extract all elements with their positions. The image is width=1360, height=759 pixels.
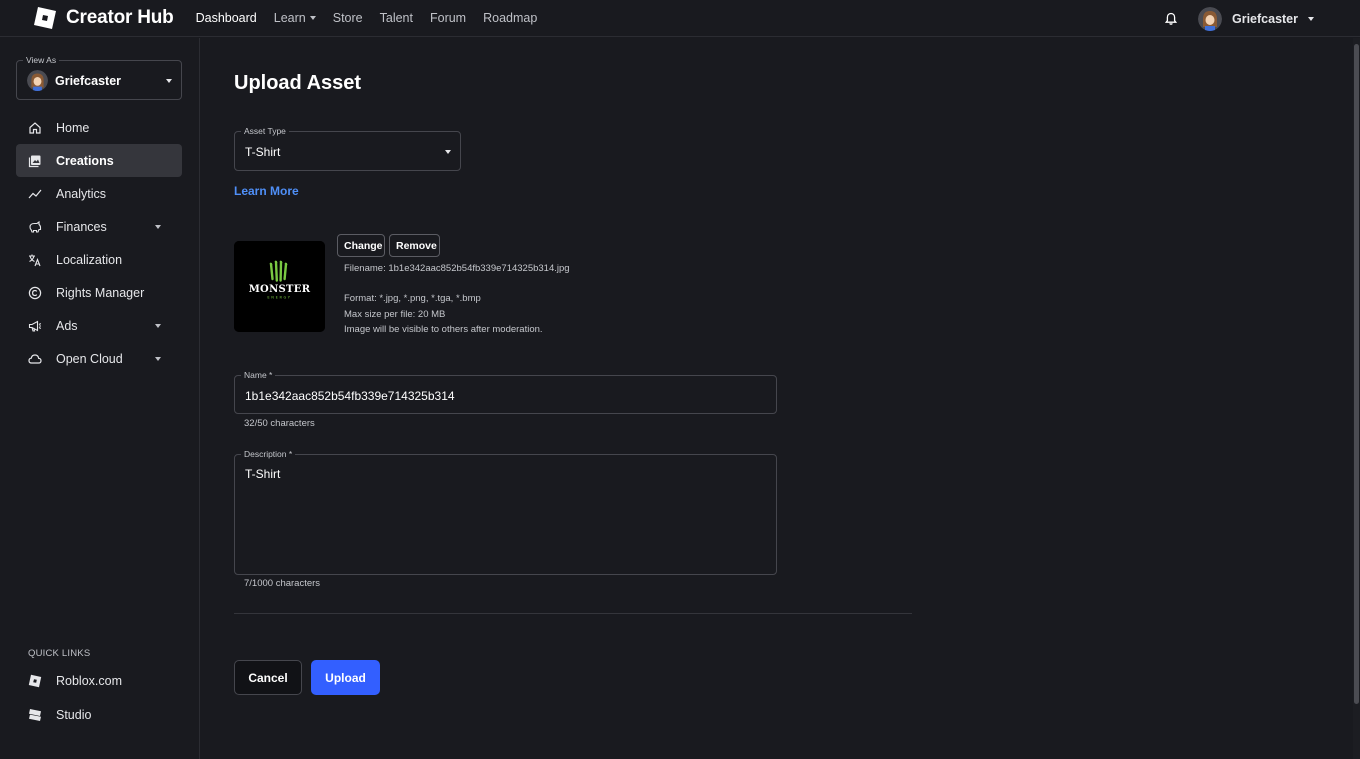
change-file-button[interactable]: Change <box>337 234 385 257</box>
analytics-icon <box>28 189 42 198</box>
name-value: 1b1e342aac852b54fb339e714325b314 <box>245 389 455 403</box>
avatar <box>27 70 48 91</box>
name-counter: 32/50 characters <box>244 418 315 429</box>
asset-type-value: T-Shirt <box>245 145 281 159</box>
brand[interactable]: Creator Hub <box>33 6 174 30</box>
caret-down-icon <box>1308 16 1314 21</box>
top-right: Griefcaster <box>1164 0 1314 37</box>
top-nav-label: Forum <box>429 11 467 25</box>
upload-button[interactable]: Upload <box>311 660 380 695</box>
top-bar: Creator Hub Dashboard Learn Store Talent… <box>0 0 1360 37</box>
roblox-icon <box>28 674 42 688</box>
sidebar-item-analytics[interactable]: Analytics <box>16 177 182 210</box>
top-nav-learn[interactable]: Learn <box>274 11 316 25</box>
quick-link-label: Studio <box>56 708 92 722</box>
learn-more-link[interactable]: Learn More <box>234 184 299 198</box>
translate-icon <box>29 254 41 266</box>
quick-link-roblox[interactable]: Roblox.com <box>28 674 122 688</box>
name-label: Name * <box>241 370 276 380</box>
caret-down-icon <box>155 225 161 229</box>
top-nav-roadmap[interactable]: Roadmap <box>483 11 537 25</box>
caret-down-icon <box>166 79 172 83</box>
top-nav-label: Store <box>332 11 363 25</box>
roblox-logo-icon <box>34 7 56 29</box>
description-label: Description * <box>241 449 296 459</box>
top-nav-label: Roadmap <box>483 11 538 25</box>
sidebar-item-finances[interactable]: Finances <box>16 210 182 243</box>
top-nav-label: Dashboard <box>195 11 257 25</box>
side-nav: Home Creations Analytics Finances Locali… <box>16 111 182 375</box>
user-menu[interactable]: Griefcaster <box>1197 6 1314 31</box>
view-as-label: View As <box>23 55 60 65</box>
quick-link-label: Roblox.com <box>56 674 122 688</box>
main-content: Upload Asset Asset Type T-Shirt Learn Mo… <box>200 38 1350 759</box>
sidebar-item-open-cloud[interactable]: Open Cloud <box>16 342 182 375</box>
thumbnail-subtext: ENERGY <box>267 296 291 300</box>
filename-text: Filename: 1b1e342aac852b54fb339e714325b3… <box>344 263 570 274</box>
top-nav: Dashboard Learn Store Talent Forum Roadm… <box>196 11 555 25</box>
quick-link-studio[interactable]: Studio <box>28 708 91 722</box>
asset-type-select[interactable]: Asset Type T-Shirt <box>234 126 461 171</box>
asset-thumbnail: MONSTER ENERGY <box>234 241 325 332</box>
top-nav-store[interactable]: Store <box>333 11 363 25</box>
max-size-text: Max size per file: 20 MB <box>344 309 446 320</box>
sidebar-item-label: Rights Manager <box>56 285 145 300</box>
sidebar-item-label: Creations <box>56 153 114 168</box>
name-input[interactable]: Name * 1b1e342aac852b54fb339e714325b314 <box>234 370 777 414</box>
user-name: Griefcaster <box>1231 11 1298 26</box>
creations-icon <box>28 155 41 167</box>
sidebar: View As Griefcaster Home Creations Analy… <box>0 38 200 759</box>
scrollbar-thumb[interactable] <box>1354 44 1359 704</box>
description-counter: 7/1000 characters <box>244 578 321 589</box>
moderation-text: Image will be visible to others after mo… <box>344 324 543 335</box>
description-value: T-Shirt <box>245 467 281 481</box>
sidebar-item-label: Finances <box>56 219 107 234</box>
bell-icon[interactable] <box>1164 12 1178 26</box>
sidebar-item-home[interactable]: Home <box>16 111 182 144</box>
copyright-icon <box>28 286 42 299</box>
caret-down-icon <box>445 150 451 154</box>
sidebar-item-label: Analytics <box>56 186 107 201</box>
sidebar-item-label: Localization <box>56 252 123 267</box>
sidebar-item-label: Ads <box>56 318 78 333</box>
sidebar-item-ads[interactable]: Ads <box>16 309 182 342</box>
monster-energy-logo: MONSTER ENERGY <box>234 241 325 332</box>
top-nav-label: Learn <box>273 11 306 25</box>
page-title: Upload Asset <box>234 72 362 94</box>
piggy-bank-icon <box>29 220 42 233</box>
cancel-button[interactable]: Cancel <box>234 660 302 695</box>
quick-links-title: QUICK LINKS <box>28 648 91 659</box>
description-textarea[interactable]: Description * T-Shirt <box>234 449 777 575</box>
caret-down-icon <box>155 357 161 361</box>
caret-down-icon <box>309 16 316 20</box>
brand-name: Creator Hub <box>66 7 174 28</box>
sidebar-item-rights-manager[interactable]: Rights Manager <box>16 276 182 309</box>
view-as-name: Griefcaster <box>55 74 122 88</box>
sidebar-item-creations[interactable]: Creations <box>16 144 182 177</box>
divider <box>234 613 912 614</box>
studio-icon <box>29 709 41 721</box>
megaphone-icon <box>28 320 42 332</box>
top-nav-talent[interactable]: Talent <box>380 11 413 25</box>
thumbnail-text: MONSTER <box>249 284 311 295</box>
sidebar-item-label: Open Cloud <box>56 351 123 366</box>
top-nav-dashboard[interactable]: Dashboard <box>196 11 257 25</box>
asset-type-label: Asset Type <box>241 126 289 136</box>
remove-file-button[interactable]: Remove <box>389 234 440 257</box>
top-nav-label: Talent <box>379 11 413 25</box>
sidebar-item-label: Home <box>56 120 90 135</box>
home-icon <box>29 121 41 134</box>
top-nav-forum[interactable]: Forum <box>430 11 466 25</box>
cloud-icon <box>28 353 42 364</box>
sidebar-item-localization[interactable]: Localization <box>16 243 182 276</box>
view-as-select[interactable]: View As Griefcaster <box>16 55 182 100</box>
avatar <box>1197 6 1222 31</box>
caret-down-icon <box>155 324 161 328</box>
format-text: Format: *.jpg, *.png, *.tga, *.bmp <box>344 293 481 304</box>
